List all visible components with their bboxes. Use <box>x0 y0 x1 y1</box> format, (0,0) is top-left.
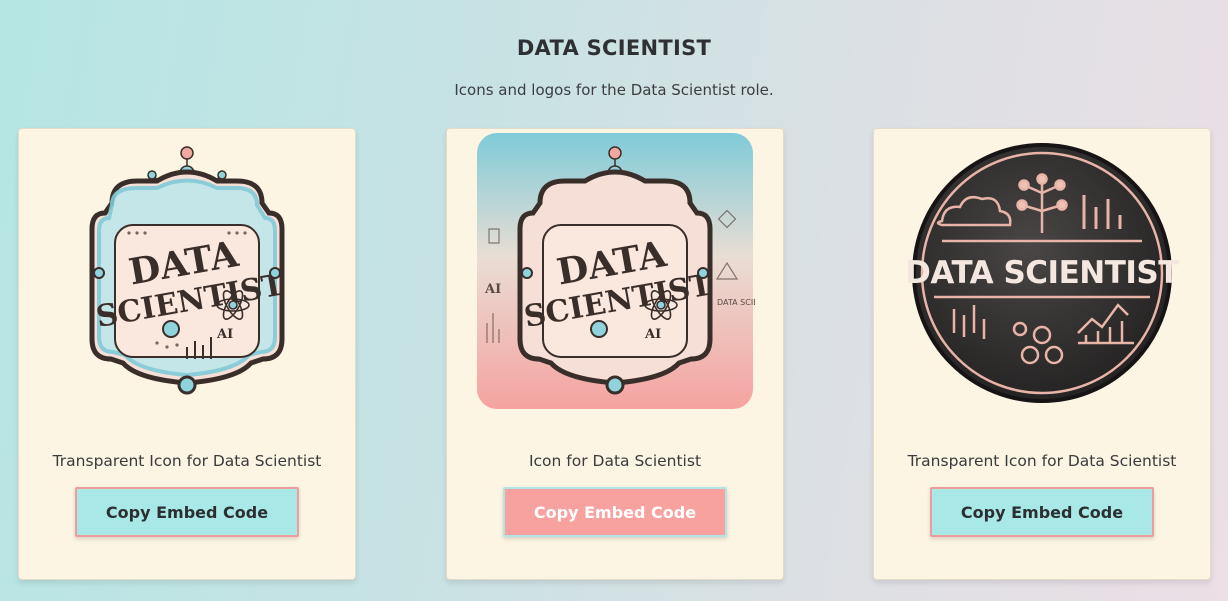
page-title: DATA SCIENTIST <box>516 36 712 60</box>
icon-card-background: AI DATA SCIENCE DATA SCIENTIST AI <box>446 128 784 580</box>
data-scientist-badge-image: AI DATA SCIENCE DATA SCIENTIST AI <box>477 133 755 409</box>
icon-card-transparent-2: DATA SCIENTIST Transparent Icon for Data… <box>873 128 1211 580</box>
icon-card-transparent-1: DATA SCIENTIST AI Transparent Icon for D… <box>18 128 356 580</box>
data-scientist-round-badge-image: DATA SCIENTIST <box>905 143 1180 403</box>
badge-ai-tag: AI <box>644 327 661 342</box>
side-ai-tag: AI <box>484 282 501 297</box>
card-caption: Transparent Icon for Data Scientist <box>907 452 1177 470</box>
side-data-science-text: DATA SCIENCE <box>717 298 755 307</box>
card-caption: Icon for Data Scientist <box>528 452 702 470</box>
card-caption: Transparent Icon for Data Scientist <box>52 452 322 470</box>
copy-embed-code-button[interactable]: Copy Embed Code <box>930 487 1154 537</box>
copy-embed-code-button[interactable]: Copy Embed Code <box>503 487 727 537</box>
data-scientist-badge-image: DATA SCIENTIST AI <box>89 146 288 395</box>
page-subtitle: Icons and logos for the Data Scientist r… <box>454 81 774 99</box>
copy-embed-code-button[interactable]: Copy Embed Code <box>75 487 299 537</box>
badge-ai-tag: AI <box>216 327 233 342</box>
badge-text-data-scientist: DATA SCIENTIST <box>905 255 1179 291</box>
